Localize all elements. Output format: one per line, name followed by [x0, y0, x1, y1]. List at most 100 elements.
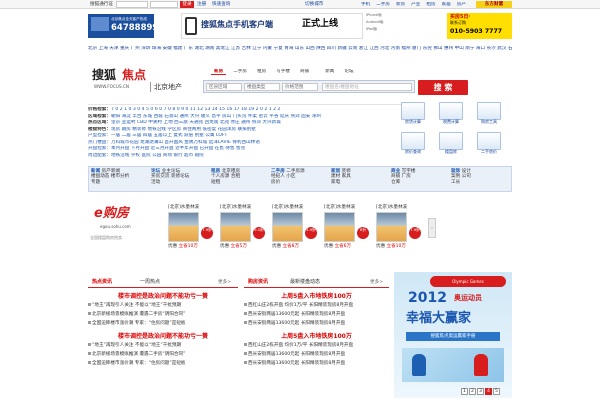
search-tabs: 新房 二手房 租房 写字楼 商铺 新闻 论坛: [211, 69, 357, 76]
district-select[interactable]: 区县区域: [206, 83, 242, 91]
quicklink-group[interactable]: 新闻 房产新闻 楼盘动态 楼市分析 专题: [91, 169, 147, 185]
quicklink-group[interactable]: 租房 北京租房 个人房源 合租 短租: [211, 169, 267, 185]
tax-icon: [439, 102, 463, 120]
listing-card[interactable]: [北京]水墨林溪 7.9折 优惠 立省10万: [168, 205, 216, 250]
hotline-ad[interactable]: 北京焦点全天客户热线 64788899: [88, 14, 158, 38]
top-link[interactable]: 新房: [393, 2, 408, 7]
top-link[interactable]: 家居: [439, 2, 454, 7]
tool-item[interactable]: 房价查询: [401, 132, 425, 155]
platform-list: iPhone版 Android版 iPad版: [366, 13, 404, 39]
news-item[interactable]: “地王”再现引人关注 不能以“地王”干扰预期: [88, 341, 238, 350]
listing-strip: [北京]水墨林溪 7.9折 优惠 立省10万 [北京]水墨林溪 9.5折 优惠 立省5万…: [164, 205, 428, 261]
tool-item[interactable]: 房贷计算: [401, 102, 425, 125]
more-link[interactable]: 更多>: [370, 280, 383, 285]
consult-ad[interactable]: 买房5日· 联系订购 010-5903 7777: [447, 13, 512, 39]
news-item[interactable]: 北京新规场景模拟推演 遭遇二手房“阴阳合同”: [88, 350, 238, 359]
search-input[interactable]: 楼盘名/楼盘地址: [322, 83, 412, 91]
tab-office[interactable]: 写字楼: [273, 69, 293, 74]
price-select[interactable]: 价格范围: [282, 83, 318, 91]
tab-new-home[interactable]: 新房: [211, 69, 227, 76]
news-item[interactable]: 北京新规场景模拟推演 遭遇二手房“阴阳合同”: [88, 310, 238, 319]
quicklink-group[interactable]: 二手房 二手房源 经纪人 小区 房价: [271, 169, 327, 185]
pager-dot[interactable]: 2: [469, 388, 476, 395]
phone-icon: [185, 17, 197, 35]
tab-buy-news[interactable]: 购房资讯: [248, 279, 268, 286]
username-input[interactable]: [116, 1, 148, 8]
hotline-ad-line: 北京焦点全天客户热线: [111, 17, 147, 21]
tab-latest-updates[interactable]: 最新楼盘动态: [290, 279, 320, 286]
promo-badge[interactable]: 东方财富: [476, 1, 512, 8]
search-bar: 区县区域 楼盘类型 价格范围 楼盘名/楼盘地址: [203, 80, 415, 93]
olympic-year: 2012: [408, 290, 447, 306]
news-item[interactable]: “地王”再现引人关注 不能以“地王”干扰预期: [88, 301, 238, 310]
city-switch-link[interactable]: 切换城市: [305, 2, 323, 7]
password-input[interactable]: [150, 1, 178, 8]
headline[interactable]: 上周5盘入市地铁房100万: [244, 292, 389, 301]
olympic-banner[interactable]: Olympic Games 2012 奥运动员 幸福大赢家 搜狐焦点奥运赢家手册…: [394, 272, 512, 398]
news-list-1: 楼市调控是政治问题不能功亏一篑 “地王”再现引人关注 不能以“地王”干扰预期 北…: [88, 292, 238, 368]
site-logo[interactable]: 搜狐 焦点 WWW.FOCUS.CN 北京地产: [88, 68, 204, 96]
tools-icon: [477, 102, 501, 120]
more-link[interactable]: 更多>: [218, 280, 231, 285]
tab-hot-news[interactable]: 热点资讯: [92, 279, 112, 286]
tab-second-hand[interactable]: 二手房: [230, 69, 250, 74]
phone-icon: [91, 17, 109, 31]
register-link[interactable]: 注册: [197, 2, 206, 7]
olympic-sub: 奥运动员: [454, 294, 482, 302]
news-item[interactable]: 西红山庄2栋开盘 均价1万/平 长阳精装现房8月开盘: [244, 341, 389, 350]
news-item[interactable]: 西红山庄2栋开盘 均价1万/平 长阳精装现房8月开盘: [244, 301, 389, 310]
logo-url: WWW.FOCUS.CN: [94, 84, 130, 89]
tab-news[interactable]: 新闻: [322, 69, 337, 74]
tool-item[interactable]: 购房工具: [477, 102, 501, 125]
news-item[interactable]: 全国迫降楼市涨价潮 专家：“住房问题”是短板: [88, 319, 238, 328]
tab-weekly-hot[interactable]: 一周热点: [140, 279, 160, 286]
egou-url: egou.sohu.com: [100, 224, 131, 229]
next-arrow-icon[interactable]: ›: [428, 218, 436, 238]
news-item[interactable]: 西长安街两居13600元起 长阳精装现房8月开盘: [244, 310, 389, 319]
headline[interactable]: 楼市调控是政治问题不能功亏一篑: [88, 332, 238, 341]
pager-dot[interactable]: 5: [493, 388, 500, 395]
news-list-2: 上周5盘入市地铁房100万 西红山庄2栋开盘 均价1万/平 长阳精装现房8月开盘…: [244, 292, 389, 368]
quicklink-group[interactable]: 商业 写字楼 商铺 厂房 仓库: [391, 169, 447, 185]
top-link[interactable]: 产业: [408, 2, 423, 7]
filter-row[interactable]: 周边配套：地铁沿线 学校 医院 公园 商场 银行 超市 剧院: [88, 153, 403, 160]
pager-dot[interactable]: 3: [477, 388, 484, 395]
listing-card[interactable]: [北京]水墨林溪 4.9折 优惠 立省8万: [272, 205, 320, 250]
listing-card[interactable]: [北京]水墨林溪 8折 优惠 立省6万: [324, 205, 372, 250]
pager-dot[interactable]: 1: [461, 388, 468, 395]
news-item[interactable]: 西长安街两居13600元起 长阳精装现房8月开盘: [244, 359, 389, 368]
news-item[interactable]: 西长安街两居13600元起 长阳精装现房8月开盘: [244, 319, 389, 328]
top-link[interactable]: 房产: [454, 2, 469, 7]
top-link[interactable]: 二手房: [373, 2, 393, 7]
egou-promo[interactable]: e购房 egou.sohu.com 全国楼盘购房热卖: [88, 205, 164, 260]
news-item[interactable]: 全国迫降楼市涨价潮 专家：“住房问题”是短板: [88, 359, 238, 368]
top-link[interactable]: 租房: [423, 2, 438, 7]
tool-item[interactable]: 税费计算: [439, 102, 463, 125]
quicklink-group[interactable]: 论坛 业主论坛 买房交流 装修论坛 活动: [151, 169, 207, 185]
city-list[interactable]: 北京 上海 天津 重庆 广州 深圳 珠海 安徽 福建 广东 湖北 湖南 黑龙江 …: [88, 46, 512, 51]
type-select[interactable]: 楼盘类型: [244, 83, 280, 91]
top-link[interactable]: 手机: [358, 2, 373, 7]
tool-item[interactable]: 二手房价: [477, 132, 501, 155]
search-button[interactable]: 搜 索: [418, 80, 468, 95]
quicklink-group[interactable]: 装饰 设计 案例 公司 工长: [451, 169, 509, 185]
athlete-image: [402, 348, 504, 382]
listing-card[interactable]: [北京]水墨林溪 9.5折 优惠 立省5万: [220, 205, 268, 250]
tab-forum[interactable]: 论坛: [341, 69, 356, 74]
headline[interactable]: 楼市调控是政治问题不能功亏一篑: [88, 292, 238, 301]
tool-item[interactable]: 楼盘库: [439, 132, 463, 155]
tab-shop[interactable]: 商铺: [297, 69, 312, 74]
login-button[interactable]: 登录: [180, 1, 194, 8]
olympic-headline: 幸福大赢家: [406, 311, 472, 326]
app-ad[interactable]: 搜狐焦点手机客户端 正式上线: [181, 13, 363, 39]
news-item[interactable]: 西长安街两居13600元起 长阳精装现房8月开盘: [244, 350, 389, 359]
tab-rent[interactable]: 租房: [254, 69, 269, 74]
pager-dot-active[interactable]: 4: [485, 388, 492, 395]
headline[interactable]: 上周5盘入市地铁房100万: [244, 332, 389, 341]
quicklink-group[interactable]: 家居 装修 建材 家具 家电: [331, 169, 387, 185]
building-photo: [220, 212, 251, 243]
athlete-figure-icon: [474, 354, 488, 376]
listing-card[interactable]: [北京]水墨林溪 7.9折 优惠 立省10万: [376, 205, 424, 250]
price-query-icon: [401, 132, 425, 150]
quick-query-link[interactable]: 快速查询: [212, 2, 230, 7]
